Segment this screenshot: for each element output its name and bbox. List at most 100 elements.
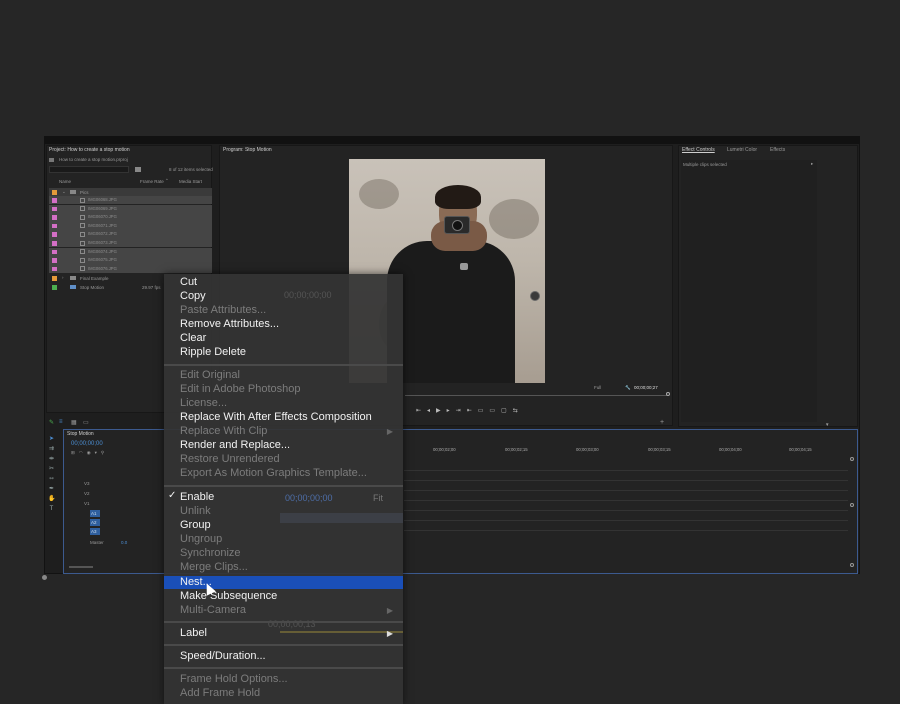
menu-item-group[interactable]: Group [180, 519, 211, 532]
menu-item-clear[interactable]: Clear [180, 332, 206, 345]
program-timecode[interactable]: 00;00;00;27 [634, 385, 658, 390]
transport-controls[interactable]: ⇤◂▶▸⇥⇤▭▭▢⇆ [416, 407, 524, 414]
filter-icon[interactable]: ▼ [825, 422, 829, 427]
track-label-a3[interactable]: A3 [91, 529, 97, 534]
ruler-tick-label: 00;00;03;15 [648, 447, 671, 452]
menu-item-speed-duration[interactable]: Speed/Duration... [180, 650, 266, 663]
menu-item-copy[interactable]: Copy [180, 290, 206, 303]
timeline-zoom-scrollbar[interactable] [69, 566, 93, 568]
list-item[interactable]: IMG06075.JPG [49, 256, 212, 265]
file-name: IMG06072.JPG [88, 231, 117, 237]
file-name: IMG06071.JPG [88, 222, 117, 228]
track-label-v1[interactable]: V1 [84, 501, 90, 506]
ripple-edit-tool-icon[interactable]: ⇹ [48, 456, 55, 462]
column-frame-rate[interactable]: Frame Rate [140, 179, 164, 184]
menu-item-replace-with-ae[interactable]: Replace With After Effects Composition [180, 411, 372, 424]
expand-chevron-icon[interactable]: › [62, 275, 64, 280]
track-lane[interactable] [404, 530, 848, 531]
menu-item-remove-attributes[interactable]: Remove Attributes... [180, 318, 279, 331]
list-item[interactable]: IMG06072.JPG [49, 230, 212, 239]
menu-item-enable[interactable]: Enable [180, 491, 214, 504]
wrench-icon[interactable]: 🔧 [625, 385, 631, 391]
file-name: IMG06075.JPG [88, 257, 117, 263]
tab-effect-controls[interactable]: Effect Controls [682, 147, 715, 153]
track-lane[interactable] [404, 470, 848, 471]
folder-name: Final Example [80, 275, 109, 281]
timeline-toolbar[interactable]: ⊞◠◉▾⚲ [71, 450, 108, 456]
track-label-v2[interactable]: V2 [84, 491, 90, 496]
file-name: IMG06070.JPG [88, 214, 117, 220]
list-item[interactable]: IMG06073.JPG [49, 239, 212, 248]
effect-controls-info: Multiple clips selected [683, 162, 727, 167]
camera-lens [452, 220, 463, 231]
menu-separator [164, 667, 403, 669]
track-select-tool-icon[interactable]: ⇉ [48, 446, 55, 452]
menu-item-synchronize: Synchronize [180, 547, 241, 559]
track-lane[interactable] [404, 510, 848, 511]
ghost-clip [280, 513, 403, 523]
file-name: IMG06068.JPG [88, 197, 117, 202]
column-media-start[interactable]: Media Start [179, 179, 202, 184]
menu-item-label[interactable]: Label [180, 627, 207, 640]
scroll-handle[interactable] [850, 563, 854, 567]
icon-view-icon[interactable]: ▦ [71, 419, 77, 426]
playback-resolution-select[interactable]: Full [594, 385, 601, 390]
project-panel-title[interactable]: Project: How to create a stop motion [49, 147, 130, 153]
track-label-a2[interactable]: A2 [91, 520, 97, 525]
razor-tool-icon[interactable]: ✂ [48, 466, 55, 472]
track-lane[interactable] [404, 490, 848, 491]
project-search-input[interactable] [49, 166, 129, 173]
list-item[interactable]: IMG06070.JPG [49, 213, 212, 222]
list-item[interactable]: IMG06069.JPG [49, 204, 212, 213]
track-lane[interactable] [404, 500, 848, 501]
slip-tool-icon[interactable]: ⇿ [48, 476, 55, 482]
menu-item-cut[interactable]: Cut [180, 276, 197, 289]
wristwatch [460, 263, 468, 270]
menu-item-ungroup: Ungroup [180, 533, 223, 545]
master-volume[interactable]: 0.0 [121, 540, 127, 545]
playhead-marker[interactable] [666, 392, 670, 396]
scrub-bar[interactable] [405, 395, 667, 396]
folder-name: Pics [80, 189, 89, 195]
scroll-handle[interactable] [850, 457, 854, 461]
menu-item-render-and-replace[interactable]: Render and Replace... [180, 439, 290, 452]
ruler-tick-label: 00;00;02;00 [433, 447, 456, 452]
track-lane[interactable] [404, 520, 848, 521]
list-item[interactable]: IMG06074.JPG [49, 247, 212, 256]
label-swatch [52, 198, 57, 203]
folder-row-pics[interactable]: ⌄ Pics [49, 188, 212, 196]
scroll-handle[interactable] [850, 503, 854, 507]
pen-tool-icon[interactable]: ✒ [48, 486, 55, 492]
transform-anchor-icon[interactable] [530, 291, 540, 301]
add-button-icon[interactable]: + [660, 419, 664, 426]
program-monitor-title[interactable]: Program: Stop Motion [223, 147, 272, 153]
tab-lumetri-color[interactable]: Lumetri Color [727, 147, 757, 153]
track-label-v3[interactable]: V3 [84, 481, 90, 486]
timeline-timecode[interactable]: 00;00;00;00 [71, 441, 103, 447]
tab-effects[interactable]: Effects [770, 147, 785, 153]
image-file-icon [80, 240, 85, 246]
menu-item-export-mgt: Export As Motion Graphics Template... [180, 467, 367, 479]
label-swatch [52, 206, 57, 212]
expand-arrow-icon[interactable]: ▸ [811, 161, 813, 167]
bin-icon[interactable] [135, 167, 141, 172]
pencil-icon[interactable]: ✎ [49, 419, 54, 426]
type-tool-icon[interactable]: T [48, 506, 55, 512]
menu-item-add-frame-hold: Add Frame Hold [180, 687, 261, 699]
sort-chevron-icon[interactable]: ⌃ [165, 178, 169, 184]
list-item[interactable]: IMG06071.JPG [49, 221, 212, 231]
track-label-a1[interactable]: A1 [91, 511, 97, 516]
hand-tool-icon[interactable]: ✋ [48, 496, 55, 502]
expand-chevron-icon[interactable]: ⌄ [62, 189, 66, 195]
menu-item-ripple-delete[interactable]: Ripple Delete [180, 346, 246, 359]
track-lane[interactable] [404, 480, 848, 481]
list-view-icon[interactable]: ≡ [59, 419, 65, 425]
freeform-view-icon[interactable]: ▭ [83, 419, 89, 426]
list-item[interactable]: IMG06076.JPG [49, 264, 212, 274]
timeline-tab-title[interactable]: Stop Motion [67, 431, 94, 437]
list-item[interactable]: IMG06068.JPG [49, 196, 212, 205]
column-name[interactable]: Name [59, 179, 71, 184]
menu-item-make-subsequence[interactable]: Make Subsequence [180, 590, 277, 603]
menu-item-merge-clips: Merge Clips... [180, 561, 248, 573]
selection-tool-icon[interactable]: ➤ [48, 436, 55, 442]
